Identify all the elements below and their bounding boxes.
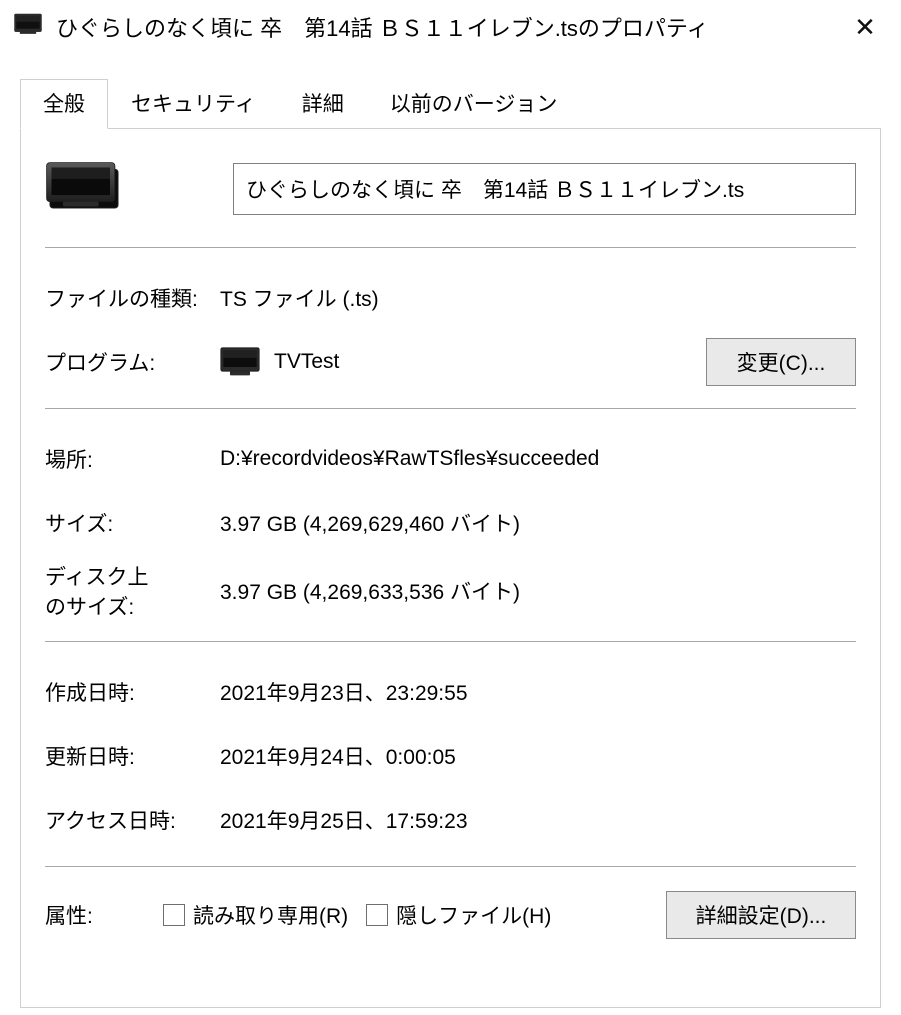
file-type-icon bbox=[45, 159, 123, 219]
filename-value: ひぐらしのなく頃に 卒 第14話 ＢＳ１１イレブン.ts bbox=[246, 179, 744, 202]
location-label: 場所: bbox=[45, 444, 220, 474]
row-size: サイズ: 3.97 GB (4,269,629,460 バイト) bbox=[45, 491, 856, 555]
size-on-disk-value: 3.97 GB (4,269,633,536 バイト) bbox=[220, 576, 856, 606]
window-title: ひぐらしのなく頃に 卒 第14話 ＢＳ１１イレブン.tsのプロパティ bbox=[56, 11, 835, 43]
file-header-row: ひぐらしのなく頃に 卒 第14話 ＢＳ１１イレブン.ts bbox=[45, 153, 856, 233]
close-icon: ✕ bbox=[854, 12, 876, 43]
hidden-checkbox[interactable]: 隠しファイル(H) bbox=[366, 900, 551, 930]
accessed-label: アクセス日時: bbox=[45, 805, 220, 835]
row-location: 場所: D:¥recordvideos¥RawTSfles¥succeeded bbox=[45, 427, 856, 491]
readonly-label: 読み取り専用(R) bbox=[193, 900, 348, 930]
tab-area: 全般 セキュリティ 詳細 以前のバージョン bbox=[0, 54, 901, 1008]
location-value: D:¥recordvideos¥RawTSfles¥succeeded bbox=[220, 447, 856, 471]
advanced-attributes-button[interactable]: 詳細設定(D)... bbox=[666, 891, 856, 939]
change-program-button-label: 変更(C)... bbox=[737, 352, 826, 375]
advanced-attributes-button-label: 詳細設定(D)... bbox=[696, 905, 827, 928]
filetype-value: TS ファイル (.ts) bbox=[220, 283, 856, 313]
hidden-label: 隠しファイル(H) bbox=[396, 900, 551, 930]
row-created: 作成日時: 2021年9月23日、23:29:55 bbox=[45, 660, 856, 724]
tab-security[interactable]: セキュリティ bbox=[108, 79, 279, 129]
size-value: 3.97 GB (4,269,629,460 バイト) bbox=[220, 508, 856, 538]
titlebar: ひぐらしのなく頃に 卒 第14話 ＢＳ１１イレブン.tsのプロパティ ✕ bbox=[0, 0, 901, 54]
tab-security-label: セキュリティ bbox=[131, 93, 256, 116]
tab-general-label: 全般 bbox=[43, 93, 85, 116]
program-icon bbox=[220, 347, 260, 377]
row-program: プログラム: TVTest 変更(C)... bbox=[45, 330, 856, 394]
modified-label: 更新日時: bbox=[45, 741, 220, 771]
separator bbox=[45, 866, 856, 867]
filename-input[interactable]: ひぐらしのなく頃に 卒 第14話 ＢＳ１１イレブン.ts bbox=[233, 163, 856, 215]
separator bbox=[45, 247, 856, 248]
checkbox-box-icon bbox=[163, 904, 185, 926]
readonly-checkbox[interactable]: 読み取り専用(R) bbox=[163, 900, 348, 930]
program-value: TVTest bbox=[274, 350, 339, 374]
modified-value: 2021年9月24日、0:00:05 bbox=[220, 741, 856, 771]
tab-strip: 全般 セキュリティ 詳細 以前のバージョン bbox=[20, 82, 881, 128]
tab-previous-versions[interactable]: 以前のバージョン bbox=[367, 79, 581, 129]
separator bbox=[45, 408, 856, 409]
checkbox-box-icon bbox=[366, 904, 388, 926]
attributes-label: 属性: bbox=[45, 900, 145, 930]
separator bbox=[45, 641, 856, 642]
tab-previous-versions-label: 以前のバージョン bbox=[390, 93, 558, 116]
row-size-on-disk: ディスク上 のサイズ: 3.97 GB (4,269,633,536 バイト) bbox=[45, 555, 856, 627]
close-button[interactable]: ✕ bbox=[835, 0, 895, 54]
row-attributes: 属性: 読み取り専用(R) 隠しファイル(H) 詳細設定(D)... bbox=[45, 885, 856, 939]
tab-details[interactable]: 詳細 bbox=[279, 79, 367, 129]
size-on-disk-label: ディスク上 のサイズ: bbox=[45, 561, 220, 621]
change-program-button[interactable]: 変更(C)... bbox=[706, 338, 856, 386]
row-accessed: アクセス日時: 2021年9月25日、17:59:23 bbox=[45, 788, 856, 852]
row-modified: 更新日時: 2021年9月24日、0:00:05 bbox=[45, 724, 856, 788]
tab-general[interactable]: 全般 bbox=[20, 79, 108, 129]
properties-dialog: ひぐらしのなく頃に 卒 第14話 ＢＳ１１イレブン.tsのプロパティ ✕ 全般 … bbox=[0, 0, 901, 1015]
accessed-value: 2021年9月25日、17:59:23 bbox=[220, 805, 856, 835]
created-value: 2021年9月23日、23:29:55 bbox=[220, 677, 856, 707]
window-icon bbox=[14, 13, 42, 41]
row-filetype: ファイルの種類: TS ファイル (.ts) bbox=[45, 266, 856, 330]
created-label: 作成日時: bbox=[45, 677, 220, 707]
program-label: プログラム: bbox=[45, 347, 220, 377]
tabpanel-general: ひぐらしのなく頃に 卒 第14話 ＢＳ１１イレブン.ts ファイルの種類: TS… bbox=[20, 128, 881, 1008]
size-label: サイズ: bbox=[45, 508, 220, 538]
filetype-label: ファイルの種類: bbox=[45, 283, 220, 313]
tab-details-label: 詳細 bbox=[302, 93, 344, 116]
